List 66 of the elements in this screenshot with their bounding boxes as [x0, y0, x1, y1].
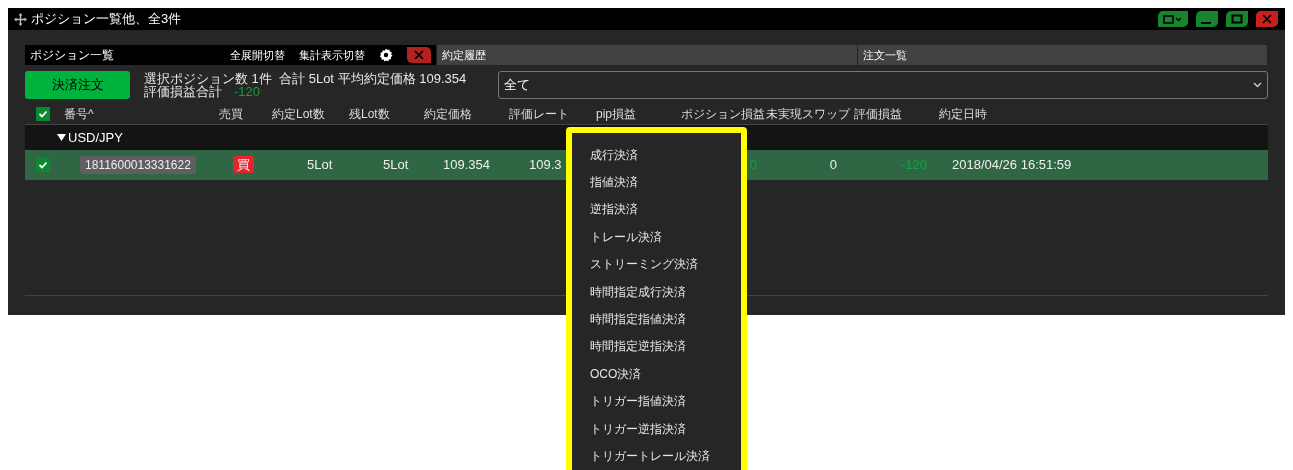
- close-tab-button[interactable]: [407, 47, 431, 63]
- close-button[interactable]: [1256, 11, 1278, 27]
- menu-item[interactable]: トレール決済: [590, 227, 662, 246]
- column-header[interactable]: ポジション損益: [681, 107, 765, 121]
- menu-item[interactable]: トリガー指値決済: [590, 392, 686, 411]
- chevron-down-icon: [1253, 82, 1262, 88]
- buy-badge: 買: [233, 156, 254, 174]
- menu-item[interactable]: ストリーミング決済: [590, 255, 698, 274]
- minimize-icon: [1201, 21, 1211, 24]
- menu-item[interactable]: 成行決済: [590, 145, 638, 164]
- table-cell: 2018/04/26 16:51:59: [952, 157, 1072, 173]
- menu-item[interactable]: OCO決済: [590, 364, 642, 383]
- close-icon: [1261, 14, 1273, 24]
- table-cell: 5Lot: [307, 157, 333, 173]
- menu-item[interactable]: 時間指定成行決済: [590, 282, 686, 301]
- column-header[interactable]: 評価損益: [854, 107, 902, 121]
- table-cell-text: 0: [749, 156, 757, 175]
- column-header[interactable]: 残Lot数: [349, 107, 390, 121]
- column-header[interactable]: 評価レート: [509, 107, 569, 121]
- close-icon: [413, 50, 425, 60]
- column-header[interactable]: 未実現スワップ: [766, 107, 850, 121]
- layout-button[interactable]: [1158, 11, 1188, 27]
- check-icon: [37, 160, 48, 170]
- column-header[interactable]: 約定Lot数: [272, 107, 325, 121]
- menu-item[interactable]: 時間指定指値決済: [590, 310, 686, 329]
- summary-text: 選択ポジション数 1件 合計 5Lot 平均約定価格 109.354: [144, 72, 468, 85]
- menu-item[interactable]: 逆指決済: [590, 200, 638, 219]
- filter-select[interactable]: 全て: [498, 71, 1268, 99]
- pl-total-label: 評価損益合計: [144, 85, 222, 98]
- column-header[interactable]: 約定日時: [939, 107, 987, 121]
- settings-icon[interactable]: [379, 48, 393, 62]
- table-cell-text: 0: [829, 156, 837, 175]
- menu-item[interactable]: トリガートレール決済: [590, 447, 710, 465]
- move-icon[interactable]: [14, 12, 27, 26]
- maximize-icon: [1231, 14, 1243, 24]
- group-label: USD/JPY: [68, 128, 123, 147]
- settle-order-button[interactable]: 決済注文: [25, 71, 130, 99]
- maximize-button[interactable]: [1226, 11, 1248, 27]
- tab[interactable]: ポジション一覧 全展開切替 集計表示切替: [25, 45, 437, 65]
- checkbox[interactable]: [35, 158, 50, 172]
- table-cell: 5Lot: [383, 157, 409, 173]
- checkbox[interactable]: [35, 107, 50, 121]
- menu-item[interactable]: 時間指定逆指決済: [590, 337, 686, 356]
- position-number: 1811600013331622: [80, 156, 196, 175]
- tab-label[interactable]: 約定履歴: [442, 46, 486, 64]
- tab[interactable]: 約定履歴: [437, 45, 858, 65]
- menu-item[interactable]: 指値決済: [590, 173, 638, 192]
- tab-label[interactable]: ポジション一覧: [30, 46, 114, 64]
- column-header[interactable]: 約定価格: [424, 107, 472, 121]
- check-icon: [37, 109, 48, 119]
- table-cell-text: -120: [900, 156, 927, 175]
- pl-total-value: -120: [234, 85, 261, 98]
- window-layout-icon: [1163, 14, 1183, 24]
- column-header[interactable]: pip損益: [596, 107, 636, 121]
- menu-item[interactable]: トリガー逆指決済: [590, 419, 686, 438]
- toggle-link[interactable]: 集計表示切替: [299, 46, 365, 64]
- tab-label[interactable]: 注文一覧: [863, 46, 907, 64]
- tab[interactable]: 注文一覧: [858, 45, 1268, 65]
- table-cell: 109.354: [443, 157, 490, 173]
- window-title: ポジション一覧他、全3件: [31, 10, 182, 29]
- table-cell: 109.3: [529, 157, 562, 173]
- toggle-link[interactable]: 全展開切替: [230, 46, 285, 64]
- minimize-button[interactable]: [1196, 11, 1218, 27]
- column-header[interactable]: 売買: [219, 107, 243, 121]
- column-header[interactable]: 番号^: [64, 107, 94, 121]
- expanded-triangle-icon[interactable]: [57, 133, 66, 142]
